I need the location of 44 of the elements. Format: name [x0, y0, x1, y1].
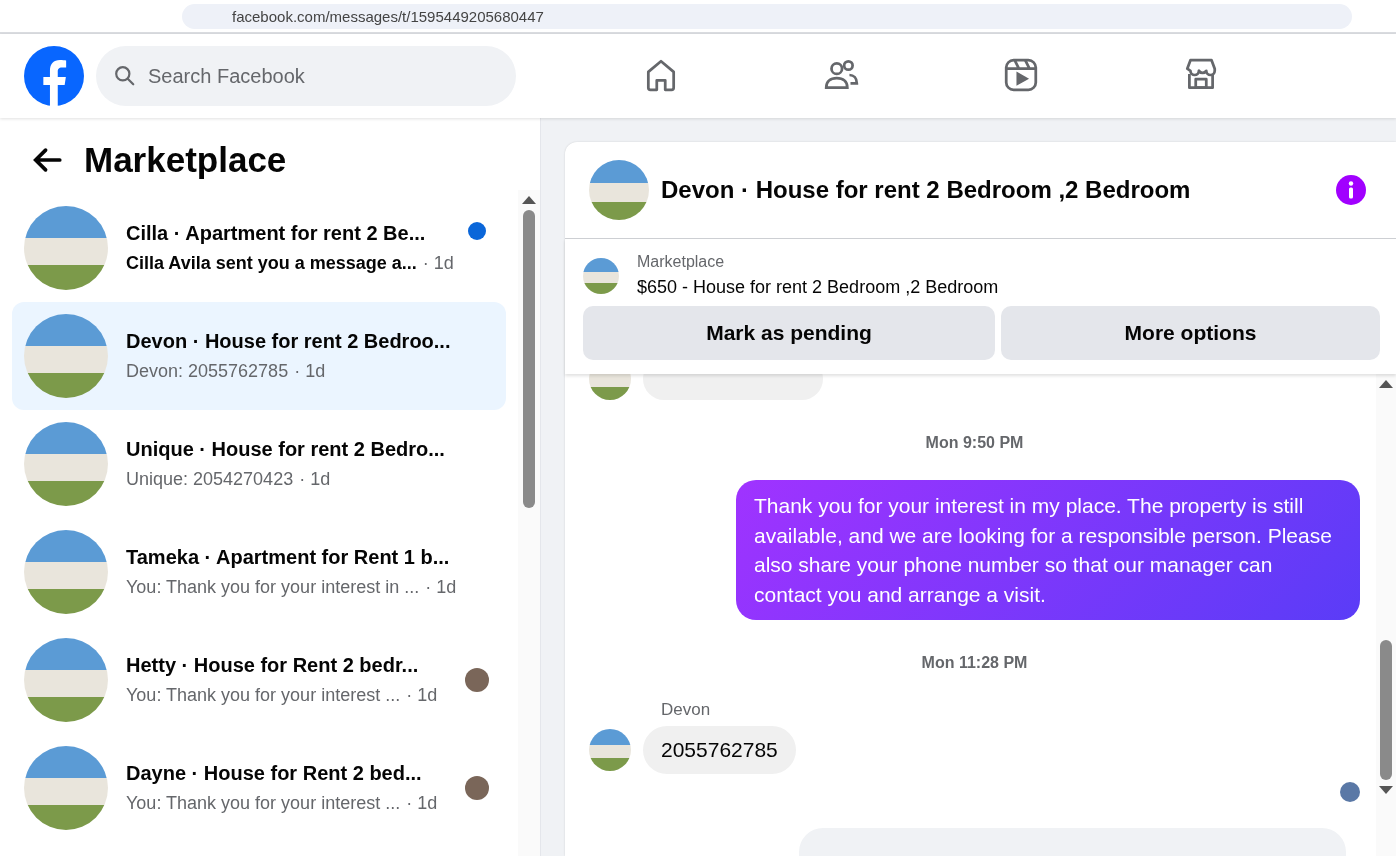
- facebook-logo-icon[interactable]: [24, 46, 84, 106]
- message-preview: You: Thank you for your interest in ...: [126, 577, 420, 598]
- chat-title: Devon · House for rent 2 Bedroom ,2 Bedroom: [661, 176, 1192, 204]
- conversation-item[interactable]: Hetty · House for Rent 2 bedr... You: Thank you for your interest ... · 1d: [12, 626, 506, 734]
- search-field[interactable]: Search Facebook: [96, 46, 516, 106]
- listing-name: $650 - House for rent 2 Bedroom ,2 Bedroom: [637, 277, 999, 298]
- timestamp: Mon 9:50 PM: [924, 434, 1025, 452]
- listing-photo-placeholder: [583, 257, 619, 294]
- sender-name: Devon: [661, 700, 712, 720]
- message-preview: Unique: 2054270423: [126, 469, 294, 490]
- message-time: · 1d: [406, 685, 438, 706]
- info-icon[interactable]: [1336, 175, 1366, 205]
- conversation-title: Tameka · Apartment for Rent 1 b...: [126, 546, 451, 569]
- sidebar-title: Marketplace: [84, 140, 287, 180]
- timestamp: Mon 11:28 PM: [920, 654, 1029, 672]
- listing-photo-placeholder: [589, 160, 649, 220]
- scrollbar[interactable]: [1376, 374, 1396, 856]
- message-time: · 1d: [406, 793, 438, 814]
- message-preview: You: Thank you for your interest ...: [126, 685, 401, 706]
- message-time: · 1d: [422, 253, 454, 274]
- conversation-title: Devon · House for rent 2 Bedroo...: [126, 330, 452, 353]
- sent-message-bubble: Thank you for your interest in my place. The property is still available, and we are looking for a responsible person. Please also share your phone number so that our manager can contact you and arrange a visit.: [736, 480, 1360, 620]
- conversation-item[interactable]: Tameka · Apartment for Rent 1 b... You: Thank you for your interest in ... · 1d: [12, 518, 506, 626]
- message-time: · 1d: [294, 361, 326, 382]
- conversation-item[interactable]: Dayne · House for Rent 2 bed... You: Thank you for your interest ... · 1d: [12, 734, 506, 842]
- message-preview: You: Thank you for your interest ...: [126, 793, 401, 814]
- address-bar[interactable]: facebook.com/messages/t/1595449205680447: [182, 3, 1352, 29]
- conversation-item[interactable]: Devon · House for rent 2 Bedroo... Devon: 2055762785 · 1d: [12, 302, 506, 410]
- conversation-title: Hetty · House for Rent 2 bedr...: [126, 654, 420, 677]
- message-time: · 1d: [299, 469, 331, 490]
- conversation-title: Dayne · House for Rent 2 bed...: [126, 762, 423, 785]
- conversation-item[interactable]: Unique · House for rent 2 Bedro... Unique: 2054270423 · 1d: [12, 410, 506, 518]
- scrollbar[interactable]: [518, 190, 540, 856]
- message-preview: Devon: 2055762785: [126, 361, 289, 382]
- avatar-placeholder: [589, 729, 631, 771]
- listing-action-button[interactable]: More options: [1001, 306, 1380, 360]
- message-time: · 1d: [425, 577, 457, 598]
- conversation-title: Cilla · Apartment for rent 2 Be...: [126, 222, 427, 245]
- received-message-bubble: 2055762785: [643, 726, 796, 774]
- message-preview: Cilla Avila sent you a message a...: [126, 253, 417, 274]
- conversation-item[interactable]: Cilla · Apartment for rent 2 Be... Cilla Avila sent you a message a... · 1d: [12, 194, 506, 302]
- conversation-title: Unique · House for rent 2 Bedro...: [126, 438, 446, 461]
- listing-action-button[interactable]: Mark as pending: [583, 306, 995, 360]
- listing-label: Marketplace: [637, 253, 726, 271]
